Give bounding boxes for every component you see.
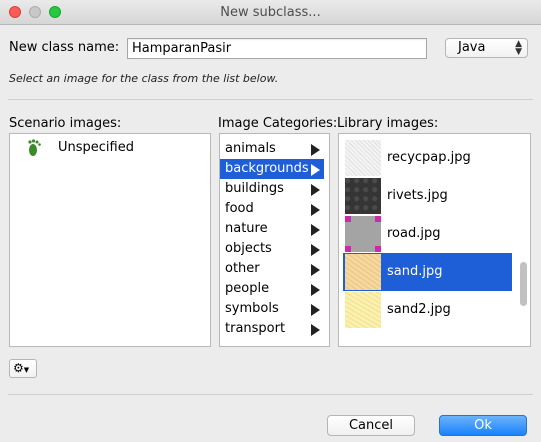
category-objects[interactable]: objects xyxy=(220,239,324,259)
scenario-item-unspecified[interactable]: Unspecified xyxy=(58,140,134,155)
chevron-right-icon xyxy=(311,324,320,336)
library-item-sand[interactable]: sand.jpg xyxy=(343,253,512,291)
library-item-rivets[interactable]: rivets.jpg xyxy=(343,177,512,215)
library-images-list[interactable]: recycpap.jpg rivets.jpg road.jpg sand.jp… xyxy=(338,133,531,347)
category-label: animals xyxy=(225,141,276,156)
settings-menu-button[interactable]: ⚙▼ xyxy=(9,359,37,378)
category-buildings[interactable]: buildings xyxy=(220,179,324,199)
class-name-label: New class name: xyxy=(9,40,120,55)
chevron-right-icon xyxy=(311,184,320,196)
library-item-label: sand2.jpg xyxy=(387,302,451,317)
category-label: food xyxy=(225,201,254,216)
category-label: nature xyxy=(225,221,268,236)
category-symbols[interactable]: symbols xyxy=(220,299,324,319)
library-item-label: rivets.jpg xyxy=(387,188,448,203)
class-name-input[interactable] xyxy=(127,38,427,59)
category-animals[interactable]: animals xyxy=(220,139,324,159)
library-item-label: recycpap.jpg xyxy=(387,150,471,165)
gear-icon: ⚙ xyxy=(13,361,24,375)
category-food[interactable]: food xyxy=(220,199,324,219)
image-thumbnail xyxy=(345,254,381,290)
category-people[interactable]: people xyxy=(220,279,324,299)
hint-text: Select an image for the class from the l… xyxy=(9,72,279,85)
language-value: Java xyxy=(458,40,486,55)
chevron-right-icon xyxy=(311,244,320,256)
chevron-right-icon xyxy=(311,144,320,156)
library-scrollbar[interactable] xyxy=(517,134,530,345)
library-item-recycpap[interactable]: recycpap.jpg xyxy=(343,139,512,177)
ok-button[interactable]: Ok xyxy=(439,415,527,436)
category-backgrounds[interactable]: backgrounds xyxy=(220,159,324,179)
window-title: New subclass... xyxy=(220,5,321,20)
category-label: backgrounds xyxy=(225,161,309,176)
top-separator xyxy=(8,99,533,100)
image-categories-label: Image Categories: xyxy=(218,116,338,131)
image-thumbnail xyxy=(345,216,381,252)
image-thumbnail xyxy=(345,140,381,176)
category-transport[interactable]: transport xyxy=(220,319,324,339)
title-bar: New subclass... xyxy=(0,0,541,25)
category-other[interactable]: other xyxy=(220,259,324,279)
chevron-right-icon xyxy=(311,284,320,296)
category-label: transport xyxy=(225,321,286,336)
category-nature[interactable]: nature xyxy=(220,219,324,239)
category-label: other xyxy=(225,261,260,276)
language-select[interactable]: Java ▲ ▼ xyxy=(445,38,528,58)
chevron-right-icon xyxy=(311,304,320,316)
category-label: people xyxy=(225,281,270,296)
scenario-images-list[interactable]: Unspecified xyxy=(9,133,211,347)
cancel-button[interactable]: Cancel xyxy=(327,415,415,436)
chevron-down-icon: ▼ xyxy=(23,366,30,374)
select-arrows-icon: ▲ ▼ xyxy=(515,39,522,57)
scrollbar-thumb[interactable] xyxy=(520,262,527,306)
bottom-separator xyxy=(8,394,533,395)
category-label: objects xyxy=(225,241,272,256)
footprint-icon xyxy=(25,138,47,158)
chevron-right-icon xyxy=(311,164,320,176)
library-item-road[interactable]: road.jpg xyxy=(343,215,512,253)
chevron-right-icon xyxy=(311,204,320,216)
scenario-images-label: Scenario images: xyxy=(9,116,122,131)
category-label: buildings xyxy=(225,181,284,196)
library-item-label: sand.jpg xyxy=(387,264,443,279)
image-thumbnail xyxy=(345,292,381,328)
library-item-label: road.jpg xyxy=(387,226,441,241)
chevron-right-icon xyxy=(311,224,320,236)
image-categories-list[interactable]: animals backgrounds buildings food natur… xyxy=(219,133,330,347)
category-label: symbols xyxy=(225,301,279,316)
library-images-label: Library images: xyxy=(337,116,439,131)
image-thumbnail xyxy=(345,178,381,214)
chevron-right-icon xyxy=(311,264,320,276)
library-item-sand2[interactable]: sand2.jpg xyxy=(343,291,512,329)
